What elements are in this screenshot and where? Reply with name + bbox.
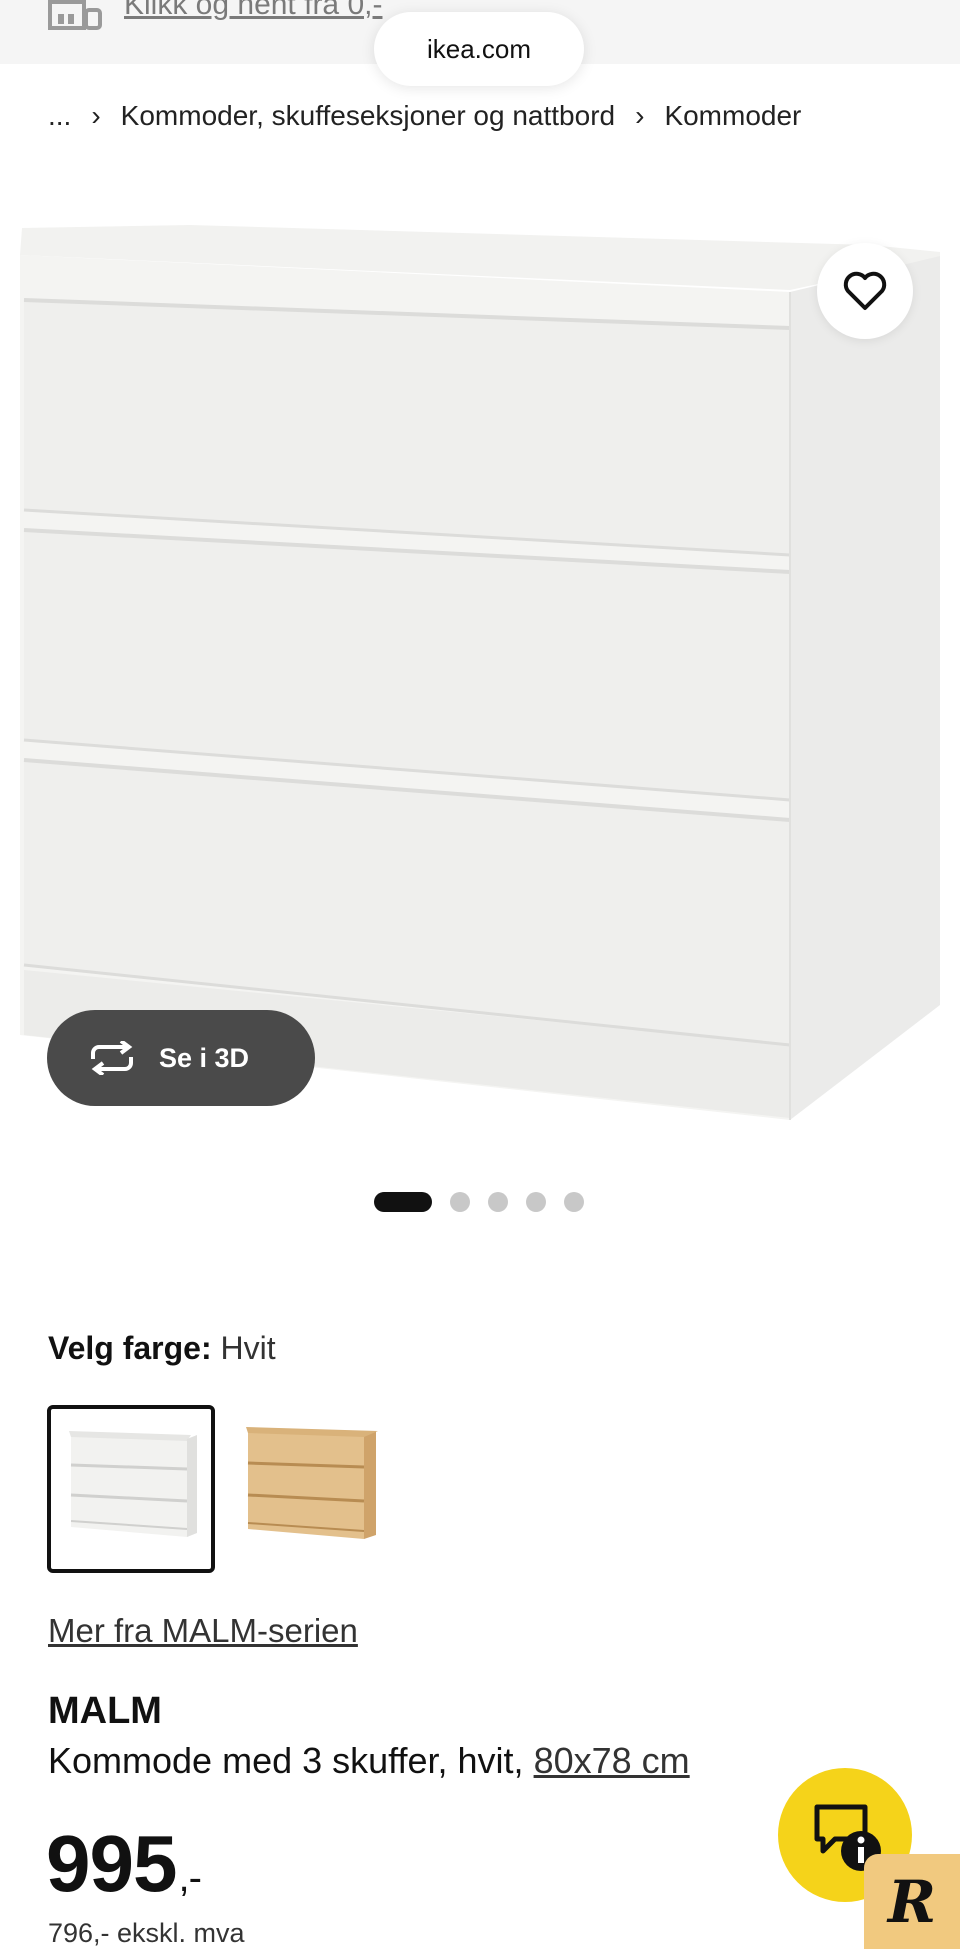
chevron-right-icon: › [635, 100, 645, 131]
price-excl-vat: 796,- ekskl. mva [48, 1918, 245, 1948]
product-image[interactable] [0, 200, 960, 1140]
chevron-right-icon: › [91, 100, 101, 131]
oak-dresser-thumbnail [246, 1427, 378, 1539]
carousel-indicator [374, 1192, 584, 1212]
view-3d-label: Se i 3D [159, 1042, 250, 1073]
product-description-text: Kommode med 3 skuffer, hvit, [48, 1740, 524, 1781]
carousel-dot-4[interactable] [526, 1192, 546, 1212]
white-dresser-thumbnail [69, 1431, 197, 1537]
store-icon [48, 0, 102, 30]
price-value: 995 [46, 1819, 177, 1908]
product-size-link[interactable]: 80x78 cm [534, 1740, 690, 1781]
color-heading: Velg farge: Hvit [48, 1330, 276, 1367]
heart-icon [843, 271, 887, 310]
rotate-3d-icon [91, 1041, 133, 1075]
product-price: 995,- [46, 1818, 202, 1910]
color-value: Hvit [220, 1330, 276, 1366]
carousel-dot-2[interactable] [450, 1192, 470, 1212]
click-collect-link[interactable]: Klikk og hent fra 0,- [124, 0, 382, 22]
price-suffix: ,- [178, 1856, 201, 1900]
breadcrumb: ... › Kommoder, skuffeseksjoner og nattb… [48, 96, 801, 136]
color-swatch-white[interactable] [47, 1405, 215, 1573]
url-bar[interactable]: ikea.com [374, 12, 584, 86]
series-link[interactable]: Mer fra MALM-serien [48, 1612, 358, 1650]
breadcrumb-item-dressers-category[interactable]: Kommoder, skuffeseksjoner og nattbord [121, 100, 615, 132]
carousel-dot-5[interactable] [564, 1192, 584, 1212]
view-3d-button[interactable]: Se i 3D [47, 1010, 315, 1106]
color-swatch-oak[interactable] [232, 1405, 400, 1573]
color-label: Velg farge: [48, 1330, 212, 1366]
breadcrumb-item-dressers[interactable]: Kommoder [664, 100, 801, 132]
carousel-dot-1[interactable] [374, 1192, 432, 1212]
carousel-dot-3[interactable] [488, 1192, 508, 1212]
product-description: Kommode med 3 skuffer, hvit, 80x78 cm [48, 1740, 690, 1782]
extension-badge[interactable]: R [864, 1854, 960, 1949]
favorite-button[interactable] [817, 243, 913, 339]
breadcrumb-ellipsis[interactable]: ... [48, 100, 71, 132]
product-name: MALM [48, 1690, 162, 1732]
